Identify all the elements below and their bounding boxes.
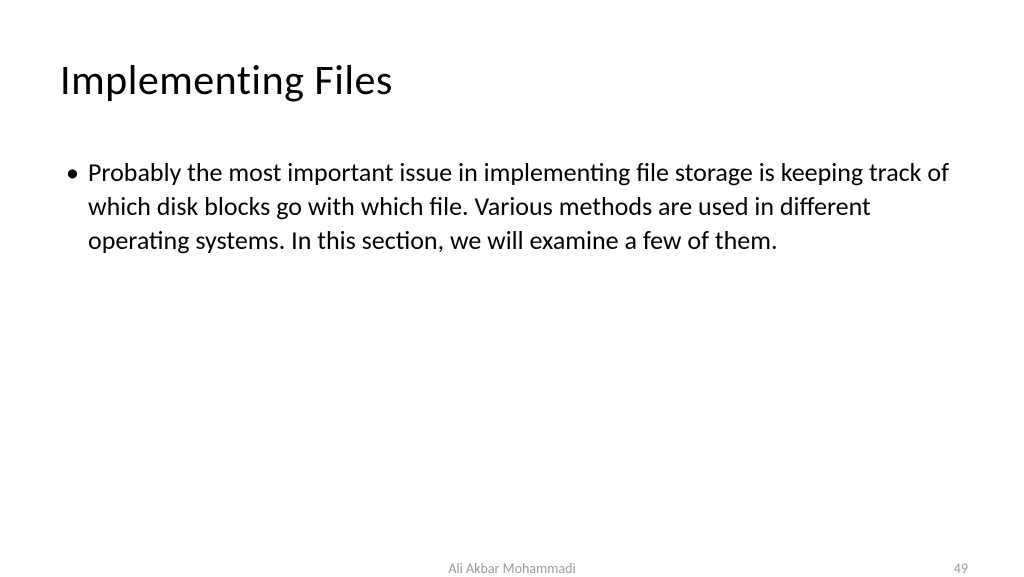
bullet-item: Probably the most important issue in imp…: [88, 156, 964, 257]
footer-page-number: 49: [954, 560, 968, 577]
footer-author: Ali Akbar Mohammadi: [448, 560, 575, 577]
bullet-list: Probably the most important issue in imp…: [60, 156, 964, 257]
slide: Implementing Files Probably the most imp…: [0, 0, 1024, 576]
slide-title: Implementing Files: [60, 55, 964, 106]
slide-content: Probably the most important issue in imp…: [60, 156, 964, 536]
